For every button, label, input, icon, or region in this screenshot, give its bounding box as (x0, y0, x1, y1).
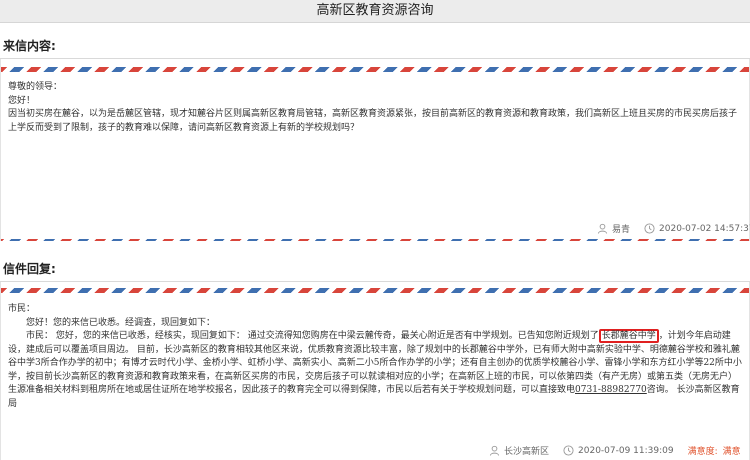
reply-greeting: 市民： (8, 304, 36, 314)
user-icon (489, 445, 500, 456)
satisfaction-value: 满意 (722, 447, 741, 457)
airmail-border-bottom (1, 239, 749, 241)
reply-body: 市民： 您好！您的来信已收悉。经调查，现回复如下： 市民： 您好，您的来信已收悉… (8, 303, 744, 411)
clock-icon (644, 223, 655, 234)
phone-link[interactable]: 0731-88982770 (575, 385, 647, 395)
letter-section-title: 来信内容: (3, 39, 56, 53)
reply-meta: 长沙高新区 2020-07-09 11:39:09 满意度: 满意 (489, 444, 741, 457)
reply-paragraph: 市民： 您好，您的来信已收悉，经核实，现回复如下： 通过交流得知您购房在中梁云麓… (8, 329, 744, 411)
letter-greeting: 尊敬的领导： (8, 82, 63, 92)
airmail-border-top (1, 67, 749, 72)
reply-section-title: 信件回复: (3, 262, 56, 276)
reply-time: 2020-07-09 11:39:09 (578, 445, 674, 456)
clock-icon (563, 445, 574, 456)
reply-prefix: 市民： 您好，您的来信已收悉，经核实，现回复如下： 通过交流得知您购房在中梁云麓… (26, 331, 599, 341)
letter-time: 2020-07-02 14:57:37 (659, 223, 750, 234)
letter-salutation: 您好！ (8, 95, 36, 106)
letter-body: 尊敬的领导： 您好！ 因当初买房在麓谷，以为是岳麓区管辖，现才知麓谷片区则属高新… (8, 81, 744, 135)
letter-author: 易青 (612, 225, 631, 235)
satisfaction-label: 满意度: (687, 447, 718, 457)
letter-content: 因当初买房在麓谷，以为是岳麓区管辖，现才知麓谷片区则属高新区教育局管辖，高新区教… (8, 109, 738, 133)
page-title: 高新区教育资源咨询 (0, 0, 750, 23)
user-icon (597, 223, 608, 234)
airmail-border-top (1, 288, 749, 293)
reply-author: 长沙高新区 (504, 447, 550, 457)
reply-line1: 您好！您的来信已收悉。经调查，现回复如下： (26, 317, 216, 328)
letter-card: 尊敬的领导： 您好！ 因当初买房在麓谷，以为是岳麓区管辖，现才知麓谷片区则属高新… (0, 59, 750, 241)
letter-meta: 易青 2020-07-02 14:57:37 (597, 222, 750, 235)
highlighted-school: 长郡麓谷中学 (598, 329, 659, 343)
reply-card: 市民： 您好！您的来信已收悉。经调查，现回复如下： 市民： 您好，您的来信已收悉… (0, 282, 750, 460)
